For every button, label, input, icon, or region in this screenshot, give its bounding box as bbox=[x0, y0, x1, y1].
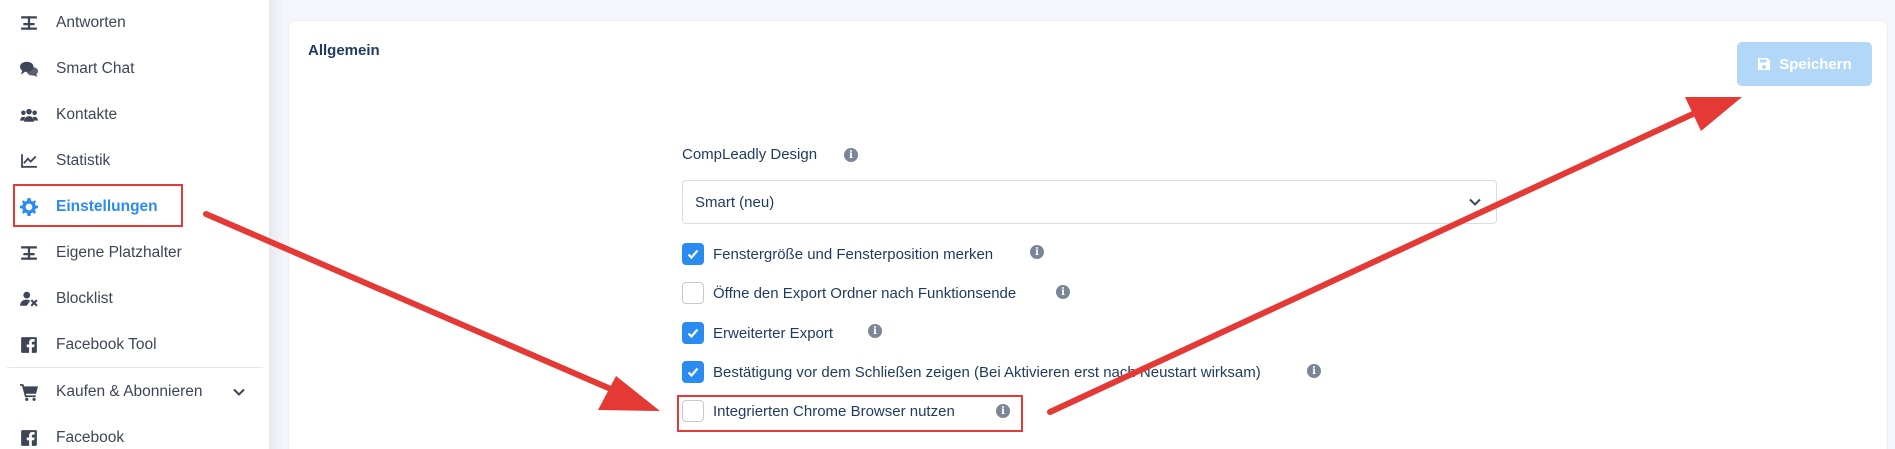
info-icon[interactable]: i bbox=[1307, 364, 1321, 378]
user-block-icon bbox=[19, 289, 39, 309]
checkbox-row-window-size[interactable]: Fenstergröße und Fensterposition merken bbox=[682, 242, 993, 266]
checkbox[interactable] bbox=[682, 282, 704, 304]
annotation-box-chrome-browser bbox=[677, 395, 1023, 432]
design-label: CompLeadly Design bbox=[682, 146, 818, 163]
info-icon[interactable]: i bbox=[844, 148, 858, 162]
info-icon[interactable]: i bbox=[1030, 245, 1044, 259]
placeholder-icon bbox=[19, 13, 39, 33]
sidebar-item-facebook[interactable]: Facebook bbox=[0, 415, 270, 449]
sidebar-item-label: Statistik bbox=[56, 152, 111, 169]
sidebar-item-eigene-platzhalter[interactable]: Eigene Platzhalter bbox=[0, 230, 270, 276]
sidebar-item-label: Kaufen & Abonnieren bbox=[56, 383, 203, 400]
chart-line-icon bbox=[19, 151, 39, 171]
users-icon bbox=[19, 105, 39, 125]
facebook-square-icon bbox=[19, 335, 39, 355]
sidebar-item-label: Facebook bbox=[56, 429, 125, 446]
checkbox[interactable] bbox=[682, 361, 704, 383]
sidebar-item-facebook-tool[interactable]: Facebook Tool bbox=[0, 322, 270, 368]
sidebar-item-label: Kontakte bbox=[56, 106, 118, 123]
checkbox[interactable] bbox=[682, 243, 704, 265]
main-shadow bbox=[270, 0, 284, 449]
checkbox-row-confirm-close[interactable]: Bestätigung vor dem Schließen zeigen (Be… bbox=[682, 360, 1261, 384]
sidebar-item-label: Blocklist bbox=[56, 290, 113, 307]
info-icon[interactable]: i bbox=[868, 324, 882, 338]
sidebar-item-label: Facebook Tool bbox=[56, 336, 157, 353]
info-icon[interactable]: i bbox=[1056, 285, 1070, 299]
sidebar-item-label: Antworten bbox=[56, 14, 126, 31]
cart-icon bbox=[19, 382, 39, 402]
chevron-down-icon[interactable] bbox=[232, 385, 246, 399]
annotation-box-einstellungen bbox=[13, 184, 183, 227]
checkbox-label: Bestätigung vor dem Schließen zeigen (Be… bbox=[713, 363, 1261, 381]
checkbox-row-export-folder[interactable]: Öffne den Export Ordner nach Funktionsen… bbox=[682, 281, 1016, 305]
chevron-down-icon bbox=[1468, 195, 1482, 209]
checkbox-label: Öffne den Export Ordner nach Funktionsen… bbox=[713, 284, 1017, 302]
checkbox[interactable] bbox=[682, 322, 704, 344]
facebook-square-icon bbox=[19, 428, 39, 448]
sidebar-divider bbox=[7, 367, 263, 368]
floppy-disk-icon bbox=[1758, 58, 1771, 70]
sidebar-item-label: Smart Chat bbox=[56, 60, 135, 77]
design-select-value: Smart (neu) bbox=[695, 194, 775, 211]
save-button[interactable]: Speichern bbox=[1737, 42, 1872, 86]
design-select[interactable]: Smart (neu) bbox=[682, 180, 1497, 224]
page-title: Allgemein bbox=[308, 42, 380, 59]
chat-icon bbox=[19, 59, 39, 79]
sidebar-item-kontakte[interactable]: Kontakte bbox=[0, 92, 270, 138]
checkbox-row-extended-export[interactable]: Erweiterter Export bbox=[682, 321, 833, 345]
sidebar-item-smart-chat[interactable]: Smart Chat bbox=[0, 46, 270, 92]
sidebar-item-antworten[interactable]: Antworten bbox=[0, 0, 270, 46]
sidebar-item-blocklist[interactable]: Blocklist bbox=[0, 276, 270, 322]
settings-card bbox=[288, 20, 1888, 449]
placeholder-icon bbox=[19, 243, 39, 263]
sidebar-item-label: Eigene Platzhalter bbox=[56, 244, 182, 261]
save-button-label: Speichern bbox=[1779, 55, 1852, 73]
checkbox-label: Fenstergröße und Fensterposition merken bbox=[713, 245, 994, 263]
sidebar-item-statistik[interactable]: Statistik bbox=[0, 138, 270, 184]
checkbox-label: Erweiterter Export bbox=[713, 324, 834, 342]
sidebar-item-kaufen-abonnieren[interactable]: Kaufen & Abonnieren bbox=[0, 369, 270, 415]
